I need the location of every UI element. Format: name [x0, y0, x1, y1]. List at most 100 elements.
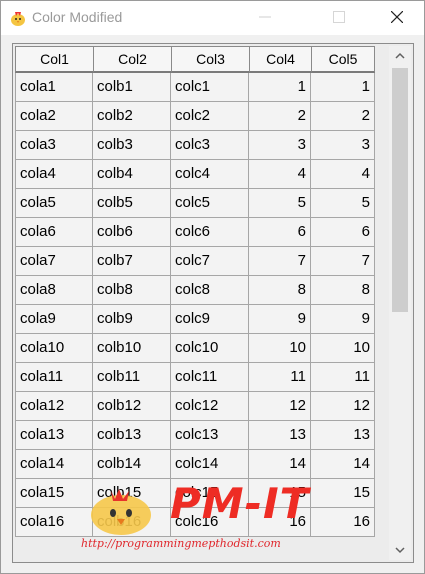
column-header-col5[interactable]: Col5 — [311, 46, 375, 73]
table-cell[interactable]: colb8 — [93, 276, 171, 305]
table-cell[interactable]: 5 — [249, 189, 311, 218]
table-cell[interactable]: cola6 — [15, 218, 93, 247]
table-cell[interactable]: cola12 — [15, 392, 93, 421]
table-cell[interactable]: 12 — [249, 392, 311, 421]
title-bar[interactable]: Color Modified — [1, 1, 424, 35]
table-cell[interactable]: 7 — [249, 247, 311, 276]
table-cell[interactable]: 11 — [249, 363, 311, 392]
table-cell[interactable]: colc11 — [171, 363, 249, 392]
table-cell[interactable]: colc9 — [171, 305, 249, 334]
table-cell[interactable]: colb3 — [93, 131, 171, 160]
table-cell[interactable]: 7 — [311, 247, 375, 276]
table-cell[interactable]: 2 — [311, 102, 375, 131]
table-cell[interactable]: colb10 — [93, 334, 171, 363]
table-cell[interactable]: colc1 — [171, 73, 249, 102]
table-cell[interactable]: 3 — [311, 131, 375, 160]
table-cell[interactable]: colc2 — [171, 102, 249, 131]
table-cell[interactable]: colb4 — [93, 160, 171, 189]
table-cell[interactable]: colb5 — [93, 189, 171, 218]
table-cell[interactable]: cola5 — [15, 189, 93, 218]
grid-body: cola1 colb1 colc1 1 1 cola2 colb2 colc2 2 2 cola3 c… — [15, 73, 375, 537]
maximize-button[interactable] — [316, 1, 362, 33]
table-row[interactable]: cola9 colb9 colc9 9 9 — [15, 305, 375, 334]
table-cell[interactable]: cola14 — [15, 450, 93, 479]
table-cell[interactable]: colc4 — [171, 160, 249, 189]
table-cell[interactable]: 14 — [311, 450, 375, 479]
table-row[interactable]: cola6 colb6 colc6 6 6 — [15, 218, 375, 247]
table-cell[interactable]: cola7 — [15, 247, 93, 276]
table-cell[interactable]: colb11 — [93, 363, 171, 392]
table-cell[interactable]: colc7 — [171, 247, 249, 276]
table-row[interactable]: cola3 colb3 colc3 3 3 — [15, 131, 375, 160]
table-row[interactable]: cola1 colb1 colc1 1 1 — [15, 73, 375, 102]
table-cell[interactable]: cola9 — [15, 305, 93, 334]
table-cell[interactable]: 12 — [311, 392, 375, 421]
table-cell[interactable]: cola3 — [15, 131, 93, 160]
scroll-up-button[interactable] — [389, 46, 411, 66]
table-cell[interactable]: colc5 — [171, 189, 249, 218]
table-cell[interactable]: colb12 — [93, 392, 171, 421]
table-row[interactable]: cola8 colb8 colc8 8 8 — [15, 276, 375, 305]
table-cell[interactable]: 8 — [249, 276, 311, 305]
table-cell[interactable]: 1 — [249, 73, 311, 102]
minimize-button[interactable] — [242, 1, 288, 33]
table-cell[interactable]: colc8 — [171, 276, 249, 305]
table-cell[interactable]: colc14 — [171, 450, 249, 479]
table-cell[interactable]: 4 — [249, 160, 311, 189]
table-cell[interactable]: 1 — [311, 73, 375, 102]
table-cell[interactable]: 4 — [311, 160, 375, 189]
table-cell[interactable]: 6 — [249, 218, 311, 247]
table-cell[interactable]: cola10 — [15, 334, 93, 363]
table-cell[interactable]: cola4 — [15, 160, 93, 189]
table-cell[interactable]: colc10 — [171, 334, 249, 363]
table-row[interactable]: cola4 colb4 colc4 4 4 — [15, 160, 375, 189]
table-row[interactable]: cola12 colb12 colc12 12 12 — [15, 392, 375, 421]
table-cell[interactable]: colc12 — [171, 392, 249, 421]
scroll-thumb[interactable] — [392, 68, 408, 312]
close-button[interactable] — [374, 1, 420, 33]
table-cell[interactable]: cola13 — [15, 421, 93, 450]
table-cell[interactable]: cola11 — [15, 363, 93, 392]
table-row[interactable]: cola14 colb14 colc14 14 14 — [15, 450, 375, 479]
table-cell[interactable]: 8 — [311, 276, 375, 305]
table-cell[interactable]: colc6 — [171, 218, 249, 247]
table-cell[interactable]: 3 — [249, 131, 311, 160]
table-row[interactable]: cola10 colb10 colc10 10 10 — [15, 334, 375, 363]
app-icon — [9, 9, 27, 27]
table-cell[interactable]: 9 — [249, 305, 311, 334]
table-cell[interactable]: 13 — [249, 421, 311, 450]
table-cell[interactable]: colc13 — [171, 421, 249, 450]
table-cell[interactable]: cola1 — [15, 73, 93, 102]
table-cell[interactable]: 13 — [311, 421, 375, 450]
table-cell[interactable]: 11 — [311, 363, 375, 392]
column-header-col4[interactable]: Col4 — [249, 46, 311, 73]
table-cell[interactable]: colb14 — [93, 450, 171, 479]
table-cell[interactable]: cola8 — [15, 276, 93, 305]
vertical-scrollbar[interactable] — [389, 46, 411, 560]
table-cell[interactable]: 5 — [311, 189, 375, 218]
table-cell[interactable]: colb1 — [93, 73, 171, 102]
chevron-down-icon — [395, 547, 405, 554]
table-cell[interactable]: 10 — [311, 334, 375, 363]
table-cell[interactable]: cola2 — [15, 102, 93, 131]
table-cell[interactable]: colb7 — [93, 247, 171, 276]
table-cell[interactable]: 10 — [249, 334, 311, 363]
column-header-col1[interactable]: Col1 — [15, 46, 93, 73]
table-row[interactable]: cola11 colb11 colc11 11 11 — [15, 363, 375, 392]
table-cell[interactable]: 6 — [311, 218, 375, 247]
column-header-col3[interactable]: Col3 — [171, 46, 249, 73]
table-cell[interactable]: colb2 — [93, 102, 171, 131]
table-cell[interactable]: 14 — [249, 450, 311, 479]
table-cell[interactable]: colc3 — [171, 131, 249, 160]
table-row[interactable]: cola7 colb7 colc7 7 7 — [15, 247, 375, 276]
table-cell[interactable]: colb6 — [93, 218, 171, 247]
table-cell[interactable]: 9 — [311, 305, 375, 334]
column-header-col2[interactable]: Col2 — [93, 46, 171, 73]
table-cell[interactable]: colb9 — [93, 305, 171, 334]
table-row[interactable]: cola5 colb5 colc5 5 5 — [15, 189, 375, 218]
table-cell[interactable]: 2 — [249, 102, 311, 131]
table-cell[interactable]: colb13 — [93, 421, 171, 450]
table-row[interactable]: cola13 colb13 colc13 13 13 — [15, 421, 375, 450]
table-row[interactable]: cola2 colb2 colc2 2 2 — [15, 102, 375, 131]
scroll-down-button[interactable] — [389, 540, 411, 560]
